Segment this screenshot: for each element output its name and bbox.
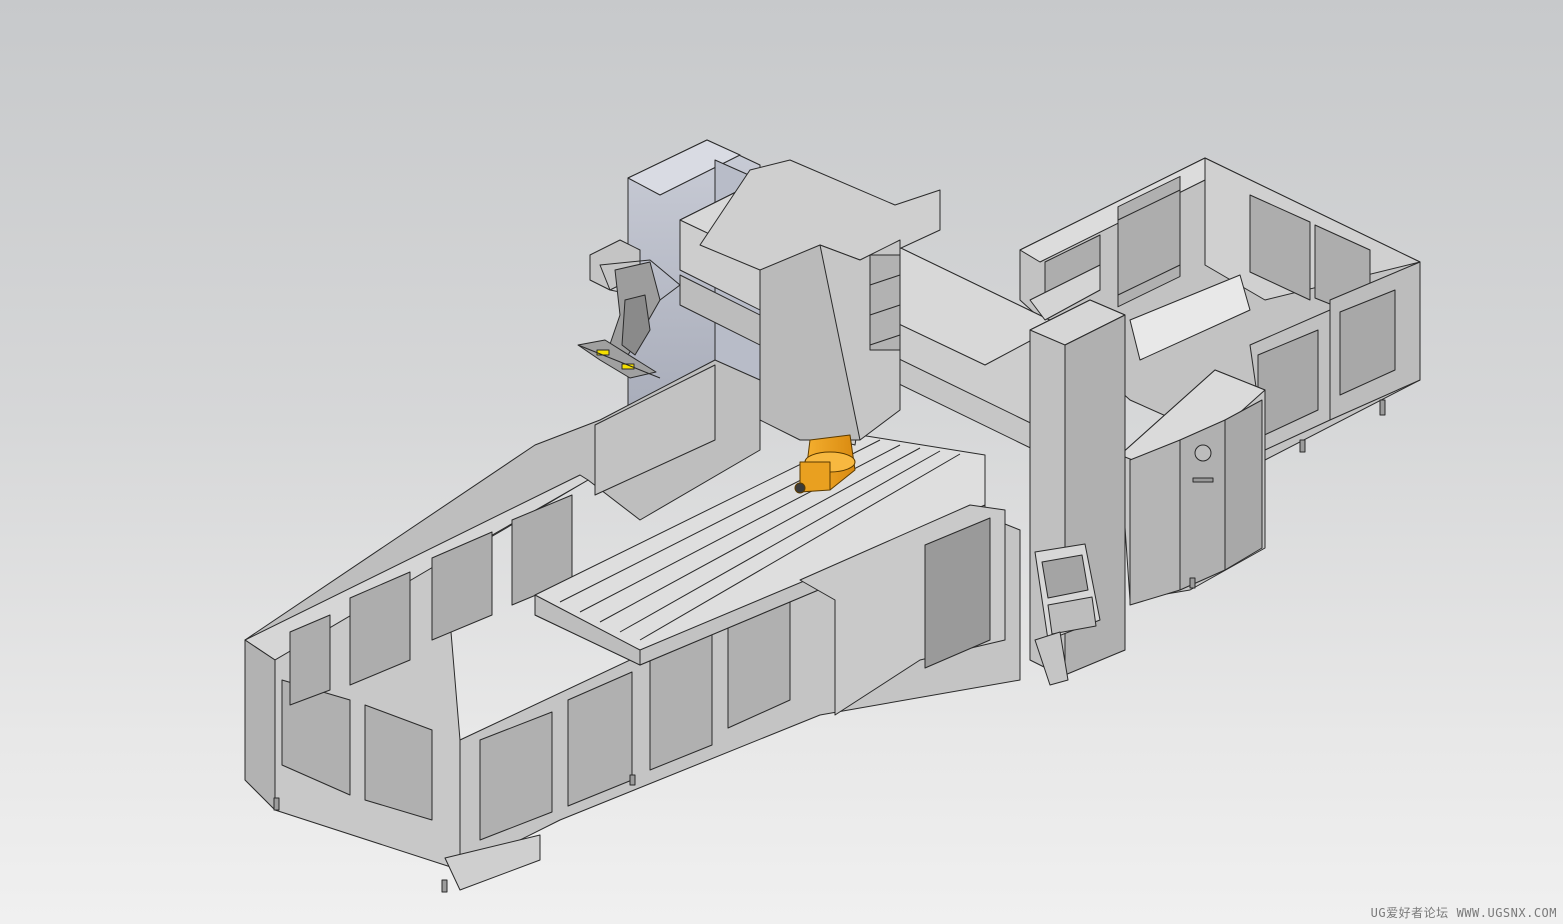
forum-watermark: UG爱好者论坛 WWW.UGSNX.COM	[1371, 904, 1557, 921]
graphics-viewport[interactable]: UG爱好者论坛 WWW.UGSNX.COM	[0, 0, 1563, 924]
gantry-machine-model	[244, 139, 1421, 893]
watermark-forum-name: UG爱好者论坛	[1370, 906, 1449, 920]
watermark-site-url: WWW.UGSNX.COM	[1456, 906, 1557, 920]
